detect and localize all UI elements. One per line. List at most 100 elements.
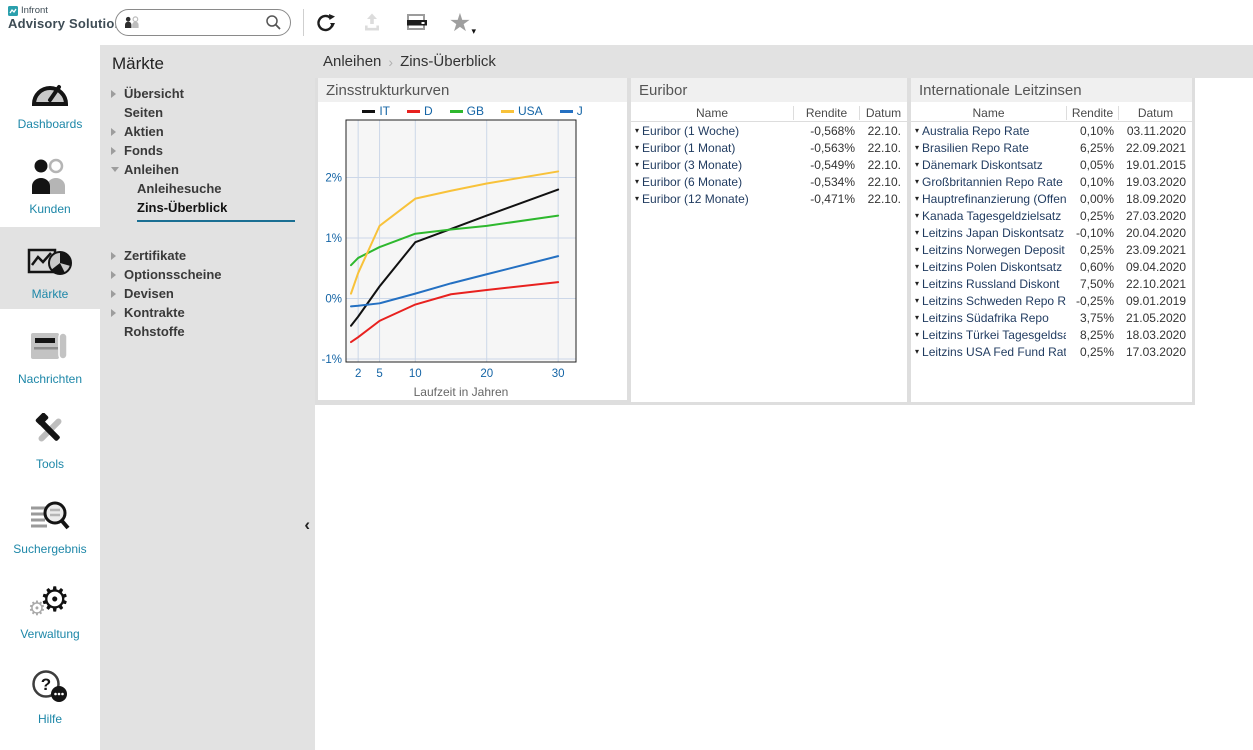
chevron-right-icon[interactable] xyxy=(111,309,116,317)
instrument-name[interactable]: Euribor (1 Woche) xyxy=(642,124,739,138)
row-expander-icon[interactable]: ▾ xyxy=(915,330,919,339)
row-expander-icon[interactable]: ▾ xyxy=(915,160,919,169)
instrument-search-box[interactable] xyxy=(115,9,291,36)
tree-item-anleihesuche[interactable]: Anleihesuche xyxy=(100,179,315,198)
column-header-name[interactable]: Name xyxy=(631,106,793,120)
instrument-name[interactable]: Hauptrefinanzierung (Offenm.) xyxy=(922,192,1066,206)
row-expander-icon[interactable]: ▾ xyxy=(915,313,919,322)
tree-item-fonds[interactable]: Fonds xyxy=(100,141,315,160)
table-row[interactable]: ▾ Leitzins Russland Diskont 7,50% 22.10.… xyxy=(911,275,1192,292)
search-input[interactable] xyxy=(140,16,265,30)
legend-item[interactable]: IT xyxy=(362,104,390,118)
sidebar-item-nachrichten[interactable]: Nachrichten xyxy=(0,312,100,394)
table-row[interactable]: ▾ Euribor (1 Monat) -0,563% 22.10. xyxy=(631,139,907,156)
sidebar-item-suchergebnis[interactable]: Suchergebnis xyxy=(0,482,100,564)
table-row[interactable]: ▾ Brasilien Repo Rate 6,25% 22.09.2021 xyxy=(911,139,1192,156)
instrument-name[interactable]: Dänemark Diskontsatz xyxy=(922,158,1043,172)
chevron-right-icon[interactable] xyxy=(111,271,116,279)
table-row[interactable]: ▾ Leitzins Schweden Repo Rate -0,25% 09.… xyxy=(911,292,1192,309)
row-expander-icon[interactable]: ▾ xyxy=(915,143,919,152)
tree-item-rohstoffe[interactable]: Rohstoffe xyxy=(100,322,315,341)
column-header-rendite[interactable]: Rendite xyxy=(1066,106,1118,120)
instrument-name[interactable]: Euribor (6 Monate) xyxy=(642,175,742,189)
tree-item-devisen[interactable]: Devisen xyxy=(100,284,315,303)
table-row[interactable]: ▾ Hauptrefinanzierung (Offenm.) 0,00% 18… xyxy=(911,190,1192,207)
row-expander-icon[interactable]: ▾ xyxy=(915,347,919,356)
chevron-down-icon[interactable] xyxy=(111,167,119,172)
sidebar-item-kunden[interactable]: Kunden xyxy=(0,142,100,224)
instrument-name[interactable]: Leitzins Schweden Repo Rate xyxy=(922,294,1066,308)
table-row[interactable]: ▾ Leitzins Norwegen Deposit 0,25% 23.09.… xyxy=(911,241,1192,258)
row-expander-icon[interactable]: ▾ xyxy=(915,194,919,203)
column-header-datum[interactable]: Datum xyxy=(1118,106,1192,120)
tree-item-zertifikate[interactable]: Zertifikate xyxy=(100,246,315,265)
instrument-name[interactable]: Euribor (3 Monate) xyxy=(642,158,742,172)
row-expander-icon[interactable]: ▾ xyxy=(915,228,919,237)
row-expander-icon[interactable]: ▾ xyxy=(635,160,639,169)
row-expander-icon[interactable]: ▾ xyxy=(915,177,919,186)
instrument-name[interactable]: Kanada Tagesgeldzielsatz xyxy=(922,209,1061,223)
tree-item-seiten[interactable]: Seiten xyxy=(100,103,315,122)
instrument-name[interactable]: Leitzins Russland Diskont xyxy=(922,277,1059,291)
tree-item-zins-ueberblick[interactable]: Zins-Überblick xyxy=(100,198,315,217)
magnifier-icon[interactable] xyxy=(265,14,282,31)
row-expander-icon[interactable]: ▾ xyxy=(635,143,639,152)
chevron-right-icon[interactable] xyxy=(111,90,116,98)
tree-item-aktien[interactable]: Aktien xyxy=(100,122,315,141)
instrument-name[interactable]: Leitzins Südafrika Repo xyxy=(922,311,1049,325)
column-header-datum[interactable]: Datum xyxy=(859,106,907,120)
table-row[interactable]: ▾ Leitzins Türkei Tagesgeldsatz 8,25% 18… xyxy=(911,326,1192,343)
instrument-name[interactable]: Leitzins USA Fed Fund Rate xyxy=(922,345,1066,359)
instrument-name[interactable]: Euribor (12 Monate) xyxy=(642,192,749,206)
table-row[interactable]: ▾ Euribor (6 Monate) -0,534% 22.10. xyxy=(631,173,907,190)
instrument-name[interactable]: Brasilien Repo Rate xyxy=(922,141,1029,155)
row-expander-icon[interactable]: ▾ xyxy=(915,262,919,271)
tree-item-kontrakte[interactable]: Kontrakte xyxy=(100,303,315,322)
tree-item-uebersicht[interactable]: Übersicht xyxy=(100,84,315,103)
instrument-name[interactable]: Euribor (1 Monat) xyxy=(642,141,735,155)
column-header-rendite[interactable]: Rendite xyxy=(793,106,859,120)
legend-item[interactable]: GB xyxy=(450,104,484,118)
chevron-right-icon[interactable] xyxy=(111,252,116,260)
row-expander-icon[interactable]: ▾ xyxy=(635,177,639,186)
collapse-panel-icon[interactable]: ‹ xyxy=(300,513,314,537)
chevron-right-icon[interactable] xyxy=(111,290,116,298)
row-expander-icon[interactable]: ▾ xyxy=(915,211,919,220)
instrument-name[interactable]: Australia Repo Rate xyxy=(922,124,1029,138)
tree-item-anleihen[interactable]: Anleihen xyxy=(100,160,315,179)
table-row[interactable]: ▾ Euribor (1 Woche) -0,568% 22.10. xyxy=(631,122,907,139)
chevron-right-icon[interactable] xyxy=(111,147,116,155)
sidebar-item-verwaltung[interactable]: ⚙⚙ Verwaltung xyxy=(0,567,100,649)
row-expander-icon[interactable]: ▾ xyxy=(635,126,639,135)
sidebar-item-maerkte[interactable]: Märkte xyxy=(0,227,100,309)
column-header-name[interactable]: Name xyxy=(911,106,1066,120)
legend-item[interactable]: USA xyxy=(501,104,543,118)
row-expander-icon[interactable]: ▾ xyxy=(915,279,919,288)
row-expander-icon[interactable]: ▾ xyxy=(635,194,639,203)
table-row[interactable]: ▾ Euribor (3 Monate) -0,549% 22.10. xyxy=(631,156,907,173)
row-expander-icon[interactable]: ▾ xyxy=(915,126,919,135)
table-row[interactable]: ▾ Leitzins Polen Diskontsatz 0,60% 09.04… xyxy=(911,258,1192,275)
row-expander-icon[interactable]: ▾ xyxy=(915,245,919,254)
print-button[interactable] xyxy=(403,9,431,37)
instrument-name[interactable]: Großbritannien Repo Rate xyxy=(922,175,1063,189)
sidebar-item-dashboards[interactable]: Dashboards xyxy=(0,57,100,139)
table-row[interactable]: ▾ Großbritannien Repo Rate 0,10% 19.03.2… xyxy=(911,173,1192,190)
refresh-button[interactable] xyxy=(312,9,340,37)
table-row[interactable]: ▾ Leitzins Südafrika Repo 3,75% 21.05.20… xyxy=(911,309,1192,326)
table-row[interactable]: ▾ Leitzins Japan Diskontsatz -0,10% 20.0… xyxy=(911,224,1192,241)
tree-item-optionsscheine[interactable]: Optionsscheine xyxy=(100,265,315,284)
instrument-name[interactable]: Leitzins Polen Diskontsatz xyxy=(922,260,1062,274)
table-row[interactable]: ▾ Leitzins USA Fed Fund Rate 0,25% 17.03… xyxy=(911,343,1192,360)
favorite-button[interactable]: ★ ▾ xyxy=(446,9,474,37)
upload-button[interactable] xyxy=(358,9,386,37)
table-row[interactable]: ▾ Australia Repo Rate 0,10% 03.11.2020 xyxy=(911,122,1192,139)
breadcrumb-parent[interactable]: Anleihen xyxy=(323,53,381,70)
instrument-name[interactable]: Leitzins Norwegen Deposit xyxy=(922,243,1065,257)
table-row[interactable]: ▾ Euribor (12 Monate) -0,471% 22.10. xyxy=(631,190,907,207)
sidebar-item-hilfe[interactable]: ? Hilfe xyxy=(0,652,100,734)
table-row[interactable]: ▾ Dänemark Diskontsatz 0,05% 19.01.2015 xyxy=(911,156,1192,173)
sidebar-item-tools[interactable]: Tools xyxy=(0,397,100,479)
table-row[interactable]: ▾ Kanada Tagesgeldzielsatz 0,25% 27.03.2… xyxy=(911,207,1192,224)
legend-item[interactable]: J xyxy=(560,104,583,118)
